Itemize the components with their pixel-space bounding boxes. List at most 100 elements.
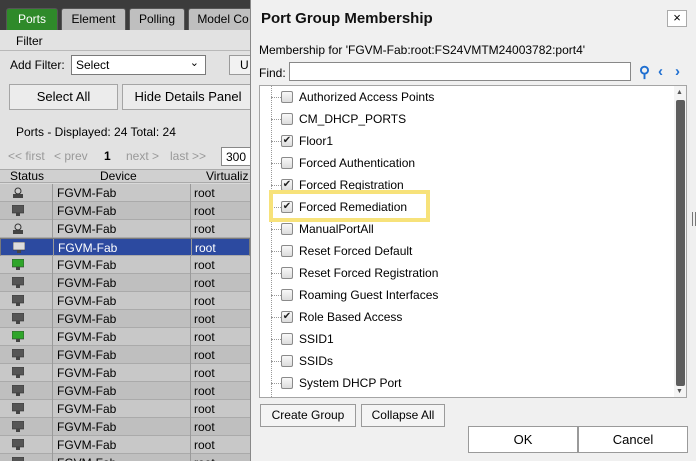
group-item[interactable]: SSIDs [260,350,660,372]
table-row[interactable]: FGVM-Fab root [0,184,250,202]
group-item[interactable]: Forced Authentication [260,152,660,174]
scrollbar-thumb[interactable] [676,100,685,386]
add-filter-select[interactable]: Select ⌄ [71,55,206,75]
table-row[interactable]: FGVM-Fab root [0,436,250,454]
update-button[interactable]: U [229,55,250,75]
cancel-button[interactable]: Cancel [578,426,688,453]
column-divider [190,202,191,220]
tree-branch [271,97,281,98]
column-divider [190,418,191,436]
vertical-scrollbar[interactable]: ▲ ▼ [674,86,686,397]
column-divider [52,292,53,310]
tree-branch [271,185,281,186]
table-row[interactable]: FGVM-Fab root [0,220,250,238]
table-row[interactable]: FGVM-Fab root [0,346,250,364]
tab-element[interactable]: Element [61,8,126,30]
table-row[interactable]: FGVM-Fab root [0,274,250,292]
tab-polling[interactable]: Polling [129,8,185,30]
tree-branch [271,229,281,230]
group-checkbox[interactable]: ✔ [281,311,293,323]
create-group-button[interactable]: Create Group [260,404,356,427]
group-item[interactable]: ✔ Role Based Access [260,306,660,328]
chevron-right-icon[interactable]: › [675,63,680,80]
scroll-up-icon[interactable]: ▲ [676,89,683,96]
table-row[interactable]: FGVM-Fab root [0,382,250,400]
table-row[interactable]: FGVM-Fab root [0,364,250,382]
column-divider [52,454,53,461]
tab-ports[interactable]: Ports [6,8,58,30]
pager-last[interactable]: last >> [170,149,206,163]
column-divider [190,346,191,364]
tab-bar: Ports Element Polling Model Co [0,0,250,30]
column-divider [190,400,191,418]
chevron-left-icon[interactable]: ‹ [658,63,663,80]
group-checkbox[interactable]: ✔ [281,135,293,147]
group-item[interactable]: Roaming Guest Interfaces [260,284,660,306]
group-checkbox[interactable] [281,289,293,301]
table-row[interactable]: FGVM-Fab root [0,310,250,328]
table-row[interactable]: FGVM-Fab root [0,256,250,274]
table-row[interactable]: FGVM-Fab root [0,400,250,418]
per-page-select[interactable]: 300 [221,147,250,166]
group-checkbox[interactable] [281,113,293,125]
close-icon[interactable]: × [667,10,687,27]
tree-branch [271,339,281,340]
port-status-icon [11,456,25,461]
scroll-down-icon[interactable]: ▼ [676,388,683,395]
pager-next[interactable]: next > [126,149,159,163]
column-divider [191,239,192,257]
group-checkbox[interactable] [281,267,293,279]
group-checkbox[interactable] [281,333,293,345]
port-group-dialog: Port Group Membership × Membership for '… [250,0,696,461]
vdom-cell: root [194,312,215,326]
column-divider [52,400,53,418]
table-header: Status Device Virtualiz [0,169,250,183]
group-item[interactable]: Reset Forced Default [260,240,660,262]
col-virtual[interactable]: Virtualiz [206,170,248,183]
port-status-icon [11,204,25,216]
group-label: Forced Authentication [299,156,416,170]
group-checkbox[interactable] [281,91,293,103]
port-status-icon [11,294,25,306]
search-icon[interactable]: ⚲ [639,63,650,81]
table-row[interactable]: FGVM-Fab root [0,292,250,310]
collapse-all-button[interactable]: Collapse All [361,404,445,427]
group-checkbox[interactable] [281,355,293,367]
group-checkbox[interactable] [281,157,293,169]
group-tree: Authorized Access Points CM_DHCP_PORTS ✔ Fl… [259,85,687,398]
group-item[interactable]: Reset Forced Registration [260,262,660,284]
find-input[interactable] [289,62,631,81]
column-divider [53,239,54,257]
table-row[interactable]: FGVM-Fab root [0,238,250,257]
group-checkbox[interactable] [281,377,293,389]
table-row[interactable]: FGVM-Fab root [0,454,250,461]
group-checkbox[interactable] [281,245,293,257]
device-cell: FGVM-Fab [58,241,118,255]
col-status[interactable]: Status [10,170,44,183]
group-item[interactable]: Authorized Access Points [260,86,660,108]
pager-prev[interactable]: < prev [54,149,88,163]
ok-button[interactable]: OK [468,426,578,453]
hide-details-button[interactable]: Hide Details Panel [122,84,250,110]
column-divider [52,418,53,436]
vdom-cell: root [194,348,215,362]
port-status-icon [11,402,25,414]
group-item[interactable]: CM_DHCP_PORTS [260,108,660,130]
group-item[interactable]: ✔ Floor1 [260,130,660,152]
group-item[interactable]: SSID1 [260,328,660,350]
group-item[interactable]: System DHCP Port [260,372,660,394]
filter-header[interactable]: Filter [0,30,250,51]
tab-model-config[interactable]: Model Co [188,8,250,30]
group-checkbox[interactable] [281,223,293,235]
group-label: Reset Forced Registration [299,266,439,280]
table-row[interactable]: FGVM-Fab root [0,328,250,346]
select-all-button[interactable]: Select All [9,84,118,110]
table-row[interactable]: FGVM-Fab root [0,418,250,436]
resize-grip[interactable] [692,212,696,226]
column-divider [52,364,53,382]
vdom-cell: root [194,258,215,272]
pager-first[interactable]: << first [8,149,45,163]
group-label: SSID1 [299,332,334,346]
col-device[interactable]: Device [100,170,137,183]
table-row[interactable]: FGVM-Fab root [0,202,250,220]
